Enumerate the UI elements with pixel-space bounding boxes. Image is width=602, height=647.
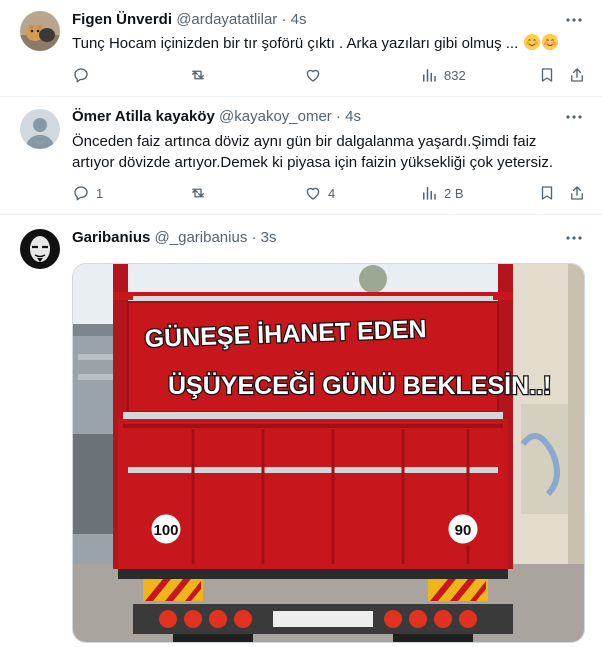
heart-icon (306, 187, 320, 200)
avatar[interactable] (20, 109, 60, 149)
avatar[interactable] (20, 229, 60, 269)
more-options-icon[interactable] (564, 228, 584, 248)
display-name[interactable]: Ömer Atilla kayaköy (72, 108, 215, 125)
tweet-header: Ömer Atilla kayaköy @kayakoy_omer · 4s (72, 107, 361, 127)
separator-dot: · (281, 11, 287, 28)
reply-icon (74, 68, 88, 83)
user-handle[interactable]: @_garibanius (155, 229, 248, 246)
retweet-button[interactable] (189, 65, 213, 85)
speed-limit-left: 100 (153, 522, 178, 539)
tweet-text-content: Tunç Hocam içinizden bir tır şoförü çıkt… (72, 35, 519, 52)
views-button[interactable]: 832 (420, 65, 466, 85)
tweet-actions: 1 4 2 B (72, 183, 592, 203)
blush-emoji-icon (542, 34, 559, 50)
analytics-icon (423, 187, 436, 200)
display-name[interactable]: Figen Ünverdi (72, 11, 172, 28)
heart-icon (306, 69, 320, 82)
share-icon (571, 68, 583, 82)
reply-count: 1 (96, 185, 104, 201)
retweet-button[interactable] (189, 183, 213, 203)
more-options-icon[interactable] (564, 10, 584, 30)
bookmark-button[interactable] (538, 65, 556, 85)
more-options-icon[interactable] (564, 107, 584, 127)
timeline: Figen Ünverdi @ardayatatlilar · 4s Tunç … (0, 0, 602, 647)
tweet-text: Tunç Hocam içinizden bir tır şoförü çıkt… (72, 33, 582, 54)
smile-emoji-icon (524, 34, 541, 50)
bookmark-button[interactable] (538, 183, 556, 203)
reply-button[interactable]: 1 (72, 183, 103, 203)
share-button[interactable] (568, 183, 586, 203)
views-count: 832 (444, 67, 466, 83)
timestamp[interactable]: 4s (291, 11, 307, 28)
views-count: 2 B (444, 185, 464, 201)
timestamp[interactable]: 3s (261, 229, 277, 246)
user-handle[interactable]: @ardayatatlilar (176, 11, 277, 28)
share-icon (571, 186, 583, 200)
bookmark-icon (541, 186, 553, 200)
avatar[interactable] (20, 11, 60, 51)
timestamp[interactable]: 4s (345, 108, 361, 125)
tweet[interactable]: Ömer Atilla kayaköy @kayakoy_omer · 4s Ö… (0, 97, 602, 215)
tweet-header: Garibanius @_garibanius · 3s (72, 228, 277, 248)
views-button[interactable]: 2 B (420, 183, 464, 203)
reply-icon (74, 186, 88, 201)
user-handle[interactable]: @kayakoy_omer (219, 108, 332, 125)
display-name[interactable]: Garibanius (72, 229, 150, 246)
tweet-header: Figen Ünverdi @ardayatatlilar · 4s (72, 10, 306, 30)
reply-button[interactable] (72, 65, 96, 85)
like-count: 4 (328, 185, 336, 201)
retweet-icon (192, 70, 204, 80)
analytics-icon (423, 69, 436, 82)
tweet[interactable]: Garibanius @_garibanius · 3s GÜNEŞE İHAN… (0, 215, 602, 647)
share-button[interactable] (568, 65, 586, 85)
retweet-icon (192, 188, 204, 198)
like-button[interactable] (304, 65, 328, 85)
tweet-text: Önceden faiz artınca döviz aynı gün bir … (72, 133, 554, 171)
separator-dot: · (335, 108, 341, 125)
truck-slogan-line-2: ÜŞÜYECEĞİ GÜNÜ BEKLESİN..! (168, 371, 551, 400)
speed-limit-right: 90 (455, 522, 472, 539)
tweet-actions: 832 (72, 65, 592, 85)
bookmark-icon (541, 68, 553, 82)
like-button[interactable]: 4 (304, 183, 335, 203)
separator-dot: · (251, 229, 257, 246)
tweet-photo[interactable]: GÜNEŞE İHANET EDEN ÜŞÜYECEĞİ GÜNÜ BEKLES… (72, 263, 585, 643)
tweet[interactable]: Figen Ünverdi @ardayatatlilar · 4s Tunç … (0, 0, 602, 97)
